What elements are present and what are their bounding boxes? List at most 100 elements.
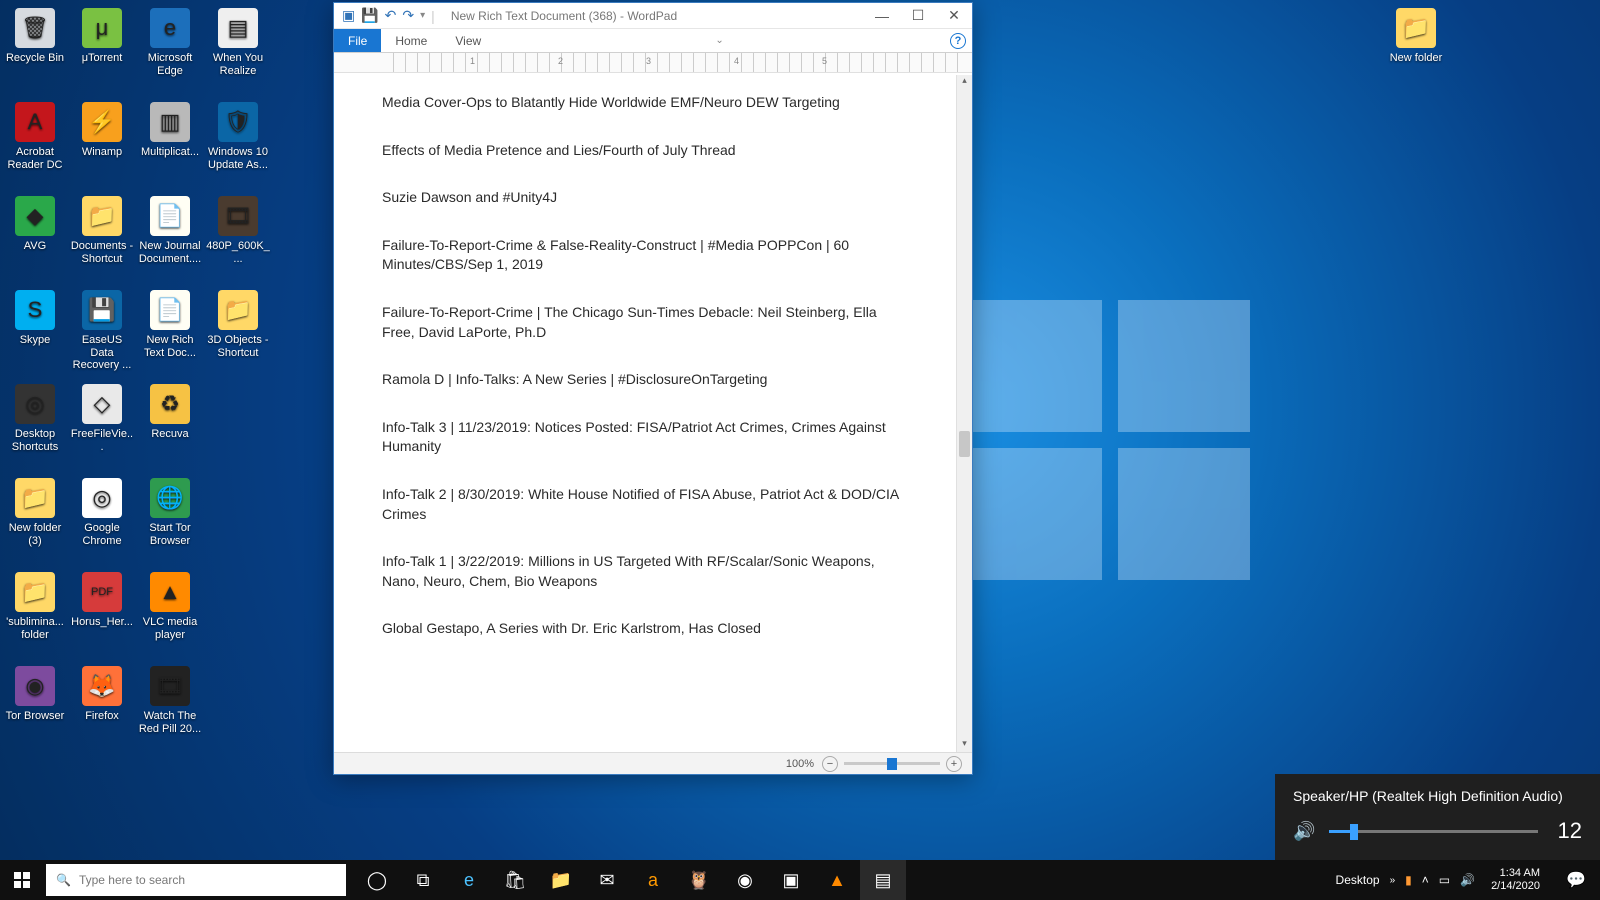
document-paragraph[interactable]: Failure-To-Report-Crime & False-Reality-… (382, 236, 902, 275)
icon-glyph: ◇ (82, 384, 122, 424)
titlebar[interactable]: ▣ 💾 ↶ ↷ ▾ | New Rich Text Document (368)… (334, 3, 972, 29)
ribbon-collapse-icon[interactable]: ⌄ (715, 35, 729, 46)
desktop-icon[interactable]: 📄New Journal Document.... (138, 196, 202, 265)
icon-label: Horus_Her... (70, 616, 134, 629)
desktop-icon[interactable]: 🎞480P_600K_... (206, 196, 270, 265)
taskbar-app-mail[interactable]: ✉ (584, 860, 630, 900)
desktop-icon[interactable]: 🛡Windows 10 Update As... (206, 102, 270, 171)
scroll-down-button[interactable]: ▾ (957, 738, 972, 752)
zoom-out-button[interactable]: − (822, 756, 838, 772)
taskbar-app-generic-circle[interactable]: ◉ (722, 860, 768, 900)
document-area[interactable]: Media Cover-Ops to Blatantly Hide Worldw… (334, 75, 956, 752)
ribbon-tabs: File Home View ⌄ ? (334, 29, 972, 53)
wordpad-window[interactable]: ▣ 💾 ↶ ↷ ▾ | New Rich Text Document (368)… (333, 2, 973, 775)
document-paragraph[interactable]: Suzie Dawson and #Unity4J (382, 188, 902, 208)
taskbar-app-edge[interactable]: e (446, 860, 492, 900)
desktop-icon[interactable]: ⚡Winamp (70, 102, 134, 159)
cortana-icon[interactable]: ◯ (354, 860, 400, 900)
taskbar-app-tripadvisor[interactable]: 🦉 (676, 860, 722, 900)
tab-home[interactable]: Home (381, 29, 441, 52)
qat-save-icon[interactable]: 💾 (361, 7, 378, 24)
desktop-icon[interactable]: 🗑Recycle Bin (3, 8, 67, 65)
desktop-icon[interactable]: 📁3D Objects - Shortcut (206, 290, 270, 359)
desktop-icon[interactable]: ◆AVG (3, 196, 67, 253)
desktop-icon[interactable]: 🦊Firefox (70, 666, 134, 723)
desktop-icon[interactable]: ◎Google Chrome (70, 478, 134, 547)
desktop-icon[interactable]: AAcrobat Reader DC (3, 102, 67, 171)
qat-undo-icon[interactable]: ↶ (385, 7, 397, 24)
desktop-icon[interactable]: eMicrosoft Edge (138, 8, 202, 77)
tray-clock[interactable]: 1:34 AM 2/14/2020 (1485, 867, 1546, 892)
tab-view[interactable]: View (441, 29, 495, 52)
help-button[interactable]: ? (950, 33, 966, 49)
tray-desktop-label[interactable]: Desktop (1336, 873, 1380, 887)
maximize-button[interactable]: ☐ (900, 3, 936, 29)
icon-label: Microsoft Edge (138, 52, 202, 77)
document-paragraph[interactable]: Ramola D | Info-Talks: A New Series | #D… (382, 370, 902, 390)
desktop-icon[interactable]: ◎Desktop Shortcuts (3, 384, 67, 453)
qat-dropdown-icon[interactable]: ▾ (420, 10, 425, 21)
desktop-icon[interactable]: μμTorrent (70, 8, 134, 65)
vertical-scrollbar[interactable]: ▴ ▾ (956, 75, 972, 752)
desktop[interactable]: 🗑Recycle Bin AAcrobat Reader DC ◆AVG SSkype… (0, 0, 1600, 900)
taskbar-app-wordpad[interactable]: ▤ (860, 860, 906, 900)
tray-volume-icon[interactable]: 🔊 (1460, 873, 1475, 887)
icon-glyph: 🎞 (150, 666, 190, 706)
icon-glyph: ⚡ (82, 102, 122, 142)
document-paragraph[interactable]: Failure-To-Report-Crime | The Chicago Su… (382, 303, 902, 342)
desktop-icon[interactable]: 🎞 Watch The Red Pill 20... (138, 666, 202, 735)
taskbar-app-generic-square[interactable]: ▣ (768, 860, 814, 900)
desktop-icon[interactable]: 📄New Rich Text Doc... (138, 290, 202, 359)
task-view-icon[interactable]: ⧉ (400, 860, 446, 900)
document-paragraph[interactable]: Info-Talk 3 | 11/23/2019: Notices Posted… (382, 418, 902, 457)
action-center-icon[interactable]: 💬 (1556, 860, 1596, 900)
desktop-icon[interactable]: ▤When You Realize (206, 8, 270, 77)
desktop-icon[interactable]: 📁New folder (1384, 8, 1448, 65)
taskbar-app-vlc[interactable]: ▲ (814, 860, 860, 900)
desktop-icon[interactable]: 📁New folder (3) (3, 478, 67, 547)
tray-overflow-icon[interactable]: ˄ (1422, 873, 1429, 887)
start-button[interactable] (0, 860, 44, 900)
ruler-number: 2 (558, 56, 563, 66)
taskbar-app-store[interactable]: 🛍 (492, 860, 538, 900)
desktop-icon[interactable]: 📁'sublimina... folder (3, 572, 67, 641)
document-paragraph[interactable]: Info-Talk 1 | 3/22/2019: Millions in US … (382, 552, 902, 591)
document-paragraph[interactable]: Global Gestapo, A Series with Dr. Eric K… (382, 619, 902, 639)
document-paragraph[interactable]: Info-Talk 2 | 8/30/2019: White House Not… (382, 485, 902, 524)
zoom-slider[interactable] (844, 762, 940, 765)
volume-slider[interactable] (1329, 830, 1538, 833)
desktop-icon[interactable]: ◇FreeFileVie... (70, 384, 134, 453)
tab-file[interactable]: File (334, 29, 381, 52)
desktop-icon[interactable]: 🌐Start Tor Browser (138, 478, 202, 547)
tray-chevron-icon[interactable]: » (1390, 875, 1396, 886)
scroll-up-button[interactable]: ▴ (957, 75, 972, 89)
zoom-in-button[interactable]: + (946, 756, 962, 772)
desktop-icon[interactable]: SSkype (3, 290, 67, 347)
volume-flyout[interactable]: Speaker/HP (Realtek High Definition Audi… (1275, 774, 1600, 862)
ruler[interactable]: 12345 (334, 53, 972, 73)
tray-app-icon[interactable]: ▮ (1405, 873, 1412, 887)
icon-label: AVG (3, 240, 67, 253)
desktop-icon[interactable]: PDFHorus_Her... (70, 572, 134, 629)
qat-redo-icon[interactable]: ↷ (402, 7, 414, 24)
taskbar[interactable]: 🔍 Type here to search ◯ ⧉ e 🛍 📁 ✉ a 🦉 ◉ … (0, 860, 1600, 900)
taskbar-search[interactable]: 🔍 Type here to search (46, 864, 346, 896)
taskbar-app-amazon[interactable]: a (630, 860, 676, 900)
document-paragraph[interactable]: Effects of Media Pretence and Lies/Fourt… (382, 141, 902, 161)
taskbar-app-explorer[interactable]: 📁 (538, 860, 584, 900)
icon-label: Documents - Shortcut (70, 240, 134, 265)
desktop-icon[interactable]: ◉Tor Browser (3, 666, 67, 723)
desktop-icon[interactable]: 💾EaseUS Data Recovery ... (70, 290, 134, 372)
desktop-icon[interactable]: 📁Documents - Shortcut (70, 196, 134, 265)
desktop-icon[interactable]: ♻Recuva (138, 384, 202, 441)
document-paragraph[interactable]: Media Cover-Ops to Blatantly Hide Worldw… (382, 93, 902, 113)
desktop-icon[interactable]: ▥Multiplicat... (138, 102, 202, 159)
desktop-icon[interactable]: ▲VLC media player (138, 572, 202, 641)
icon-glyph: 🎞 (218, 196, 258, 236)
close-button[interactable]: ✕ (936, 3, 972, 29)
tray-network-icon[interactable]: ▭ (1439, 873, 1450, 887)
scroll-thumb[interactable] (959, 431, 970, 457)
speaker-icon[interactable]: 🔊 (1293, 821, 1315, 842)
minimize-button[interactable]: — (864, 3, 900, 29)
icon-label: Watch The Red Pill 20... (138, 710, 202, 735)
